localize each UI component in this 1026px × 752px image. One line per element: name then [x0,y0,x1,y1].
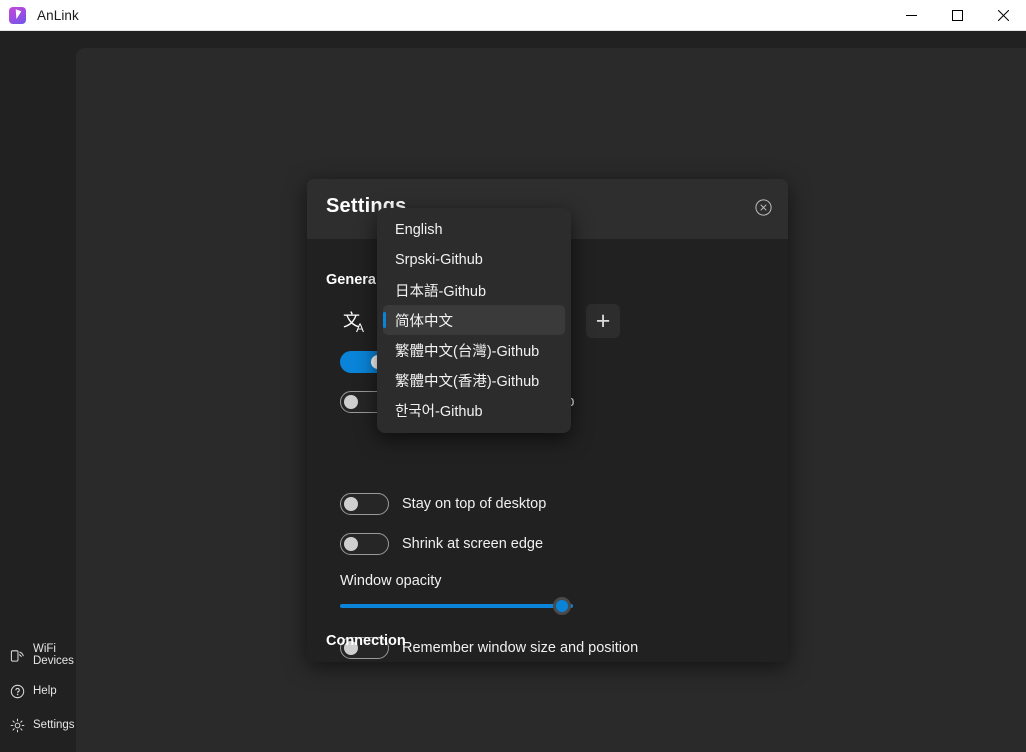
section-heading-connection: Connection [326,633,406,649]
slider-thumb[interactable] [553,597,571,615]
language-option-label: English [395,222,443,238]
window-opacity-label: Window opacity [340,573,442,589]
window-controls [888,0,1026,30]
stay-on-top-switch[interactable] [340,493,389,515]
section-heading-general: General [326,272,380,288]
language-option-traditional-chinese-hk[interactable]: 繁體中文(香港)-Github [383,365,565,395]
toggle-label: Remember window size and position [402,640,638,656]
language-option-label: 繁體中文(台灣)-Github [395,340,539,361]
sidebar-item-help[interactable]: Help [0,674,76,708]
window-opacity-slider[interactable] [340,597,573,615]
selected-indicator-bar [383,312,386,328]
logo-cursor-shape [13,9,22,20]
slider-track [340,604,573,608]
toggle-label: Stay on top of desktop [402,496,546,512]
language-option-srpski[interactable]: Srpski-Github [383,245,565,275]
switch-knob [344,537,358,551]
plus-icon: + [596,309,611,334]
svg-text:A: A [356,321,364,335]
toggle-row-shrink-at-edge[interactable]: Shrink at screen edge [340,533,543,555]
language-option-korean[interactable]: 한국어-Github [383,395,565,425]
toggle-row-stay-on-top[interactable]: Stay on top of desktop [340,493,546,515]
gear-icon [9,718,26,733]
sidebar-item-label: Help [33,685,57,698]
switch-knob [344,497,358,511]
sidebar-item-label: Settings [33,719,75,732]
anlink-logo-icon [9,7,26,24]
close-circle-icon[interactable] [755,199,772,216]
shrink-at-edge-switch[interactable] [340,533,389,555]
add-language-button[interactable]: + [586,304,620,338]
toggle-label: Shrink at screen edge [402,536,543,552]
language-option-label: 한국어-Github [395,400,483,421]
sidebar-item-label: WiFi Devices [33,643,74,668]
help-circle-icon [9,684,26,699]
language-option-english[interactable]: English [383,215,565,245]
app-body: WiFi Devices Help [0,31,1026,752]
language-dropdown-menu[interactable]: English Srpski-Github 日本語-Github 简体中文 繁體… [377,208,571,433]
language-option-traditional-chinese-tw[interactable]: 繁體中文(台灣)-Github [383,335,565,365]
language-option-label: 繁體中文(香港)-Github [395,370,539,391]
language-option-label: 日本語-Github [395,280,486,301]
sidebar: WiFi Devices Help [0,31,76,752]
language-option-japanese[interactable]: 日本語-Github [383,275,565,305]
language-option-simplified-chinese[interactable]: 简体中文 [383,305,565,335]
sidebar-nav: WiFi Devices Help [0,636,76,742]
language-option-label: Srpski-Github [395,252,483,268]
minimize-icon[interactable] [888,0,934,30]
window-titlebar: AnLink [0,0,1026,31]
switch-knob [344,395,358,409]
translate-icon[interactable]: 文 A [341,307,371,337]
wifi-device-icon [9,648,26,663]
sidebar-item-wifi-devices[interactable]: WiFi Devices [0,636,76,674]
language-option-label: 简体中文 [395,310,453,331]
close-icon[interactable] [980,0,1026,30]
maximize-icon[interactable] [934,0,980,30]
sidebar-item-settings[interactable]: Settings [0,708,76,742]
app-title: AnLink [37,8,79,23]
